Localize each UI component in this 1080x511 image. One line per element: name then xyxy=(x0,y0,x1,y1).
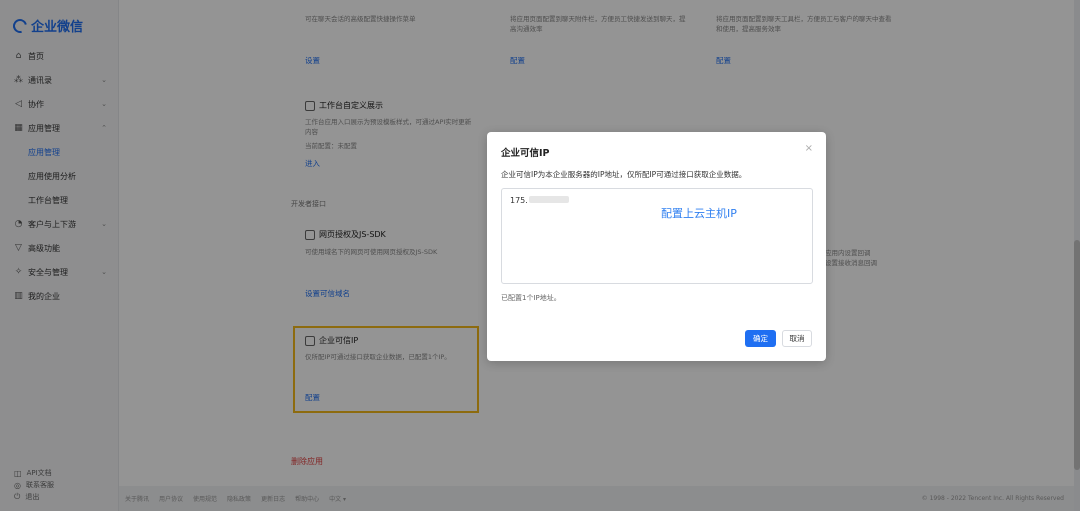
dialog-title: 企业可信IP xyxy=(501,148,550,159)
confirm-button[interactable]: 确定 xyxy=(745,330,776,347)
ip-textarea[interactable]: 175. 配置上云主机IP xyxy=(501,188,813,284)
cancel-button[interactable]: 取消 xyxy=(782,330,812,347)
annotation-text: 配置上云主机IP xyxy=(661,207,737,220)
ip-value: 175. xyxy=(510,196,528,205)
trusted-ip-dialog: 企业可信IP × 企业可信IP为本企业服务器的IP地址，仅所配IP可通过接口获取… xyxy=(487,132,826,361)
ip-count-hint: 已配置1个IP地址。 xyxy=(501,294,561,302)
ip-redacted xyxy=(529,196,569,203)
close-icon[interactable]: × xyxy=(805,143,813,154)
dialog-description: 企业可信IP为本企业服务器的IP地址，仅所配IP可通过接口获取企业数据。 xyxy=(501,170,747,179)
